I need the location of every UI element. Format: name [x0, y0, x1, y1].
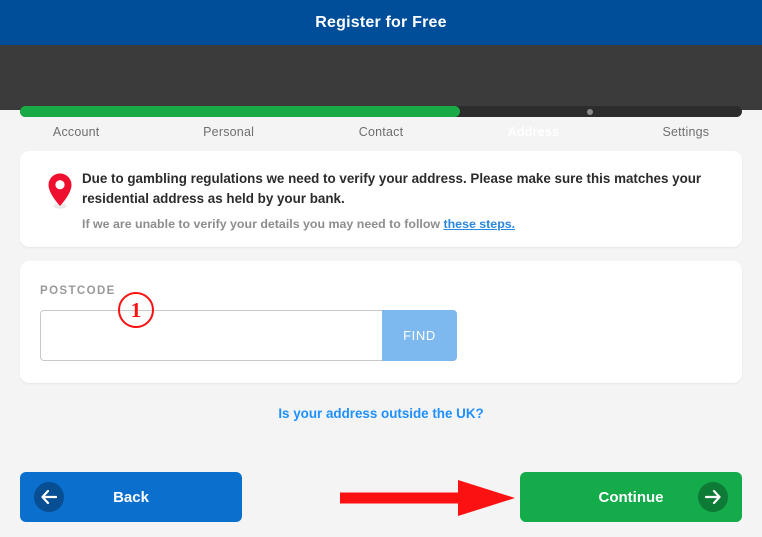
these-steps-link[interactable]: these steps. — [443, 217, 515, 231]
outside-uk-link-wrap: Is your address outside the UK? — [20, 405, 742, 423]
continue-button-label: Continue — [598, 488, 664, 506]
progress-bar-dot-icon — [587, 108, 594, 115]
arrow-left-icon — [34, 482, 64, 512]
step-address[interactable]: Address — [457, 125, 609, 139]
progress-bar-fill — [20, 106, 461, 117]
location-pin-icon — [38, 169, 82, 210]
postcode-input-row: FIND — [40, 309, 457, 361]
notice-sub-prefix: If we are unable to verify your details … — [82, 216, 444, 231]
back-button-label: Back — [113, 488, 149, 506]
page-header: Register for Free — [0, 0, 762, 45]
step-settings[interactable]: Settings — [610, 125, 762, 139]
continue-button[interactable]: Continue — [520, 472, 742, 522]
page-title: Register for Free — [315, 13, 447, 31]
postcode-label: POSTCODE — [40, 284, 116, 297]
postcode-input[interactable] — [40, 309, 382, 361]
address-outside-uk-link[interactable]: Is your address outside the UK? — [278, 406, 483, 421]
notice-text-block: Due to gambling regulations we need to v… — [82, 169, 722, 231]
main-content: Due to gambling regulations we need to v… — [0, 151, 762, 423]
registration-stepper: Account Personal Contact Address Setting… — [0, 45, 762, 139]
annotation-marker-1: 1 — [118, 292, 154, 328]
find-postcode-button[interactable]: FIND — [382, 309, 457, 361]
progress-bar-track — [20, 106, 742, 117]
arrow-right-icon — [698, 482, 728, 512]
notice-main-text: Due to gambling regulations we need to v… — [82, 171, 702, 207]
address-verification-notice: Due to gambling regulations we need to v… — [20, 151, 742, 247]
step-account[interactable]: Account — [0, 125, 152, 139]
annotation-arrow-to-continue — [340, 478, 515, 523]
notice-sub-text: If we are unable to verify your details … — [82, 217, 722, 231]
stepper-labels: Account Personal Contact Address Setting… — [0, 125, 762, 139]
step-personal[interactable]: Personal — [152, 125, 304, 139]
step-contact[interactable]: Contact — [305, 125, 457, 139]
back-button[interactable]: Back — [20, 472, 242, 522]
